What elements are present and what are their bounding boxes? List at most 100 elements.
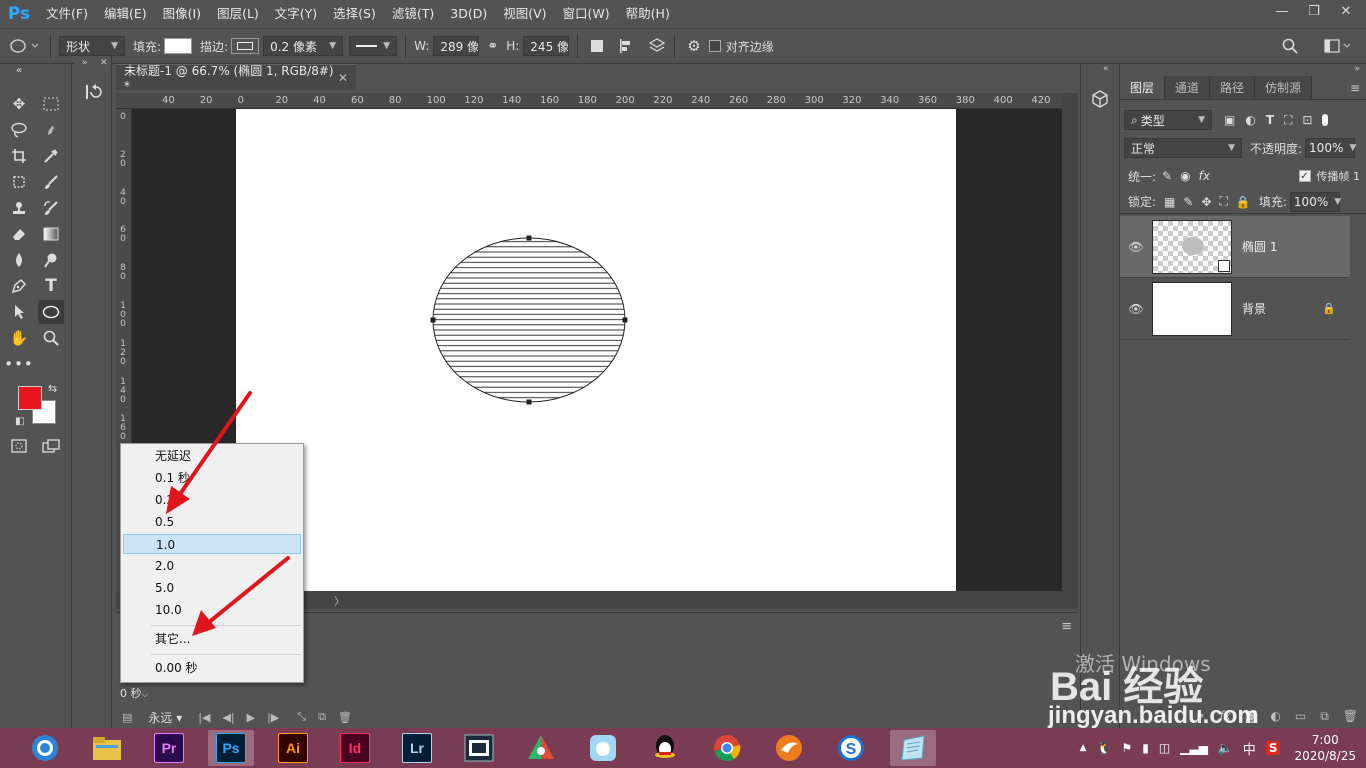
sogou-icon[interactable]: S bbox=[828, 730, 874, 766]
frame-delay-select[interactable]: 0 秒⌵ bbox=[120, 685, 148, 701]
layer-row-background[interactable]: 👁 背景 🔒 bbox=[1120, 278, 1350, 340]
hand-tool-icon[interactable]: ✋ bbox=[6, 326, 32, 350]
eye-icon[interactable]: 👁 bbox=[1120, 240, 1152, 254]
new-group-icon[interactable]: ▭ bbox=[1295, 709, 1306, 723]
marquee-tool-icon[interactable] bbox=[38, 92, 64, 116]
notepad-icon[interactable] bbox=[890, 730, 936, 766]
history-icon[interactable] bbox=[84, 82, 104, 104]
delay-option-1-0[interactable]: 1.0 bbox=[123, 534, 301, 554]
opacity-field[interactable]: 100% ▼ bbox=[1305, 138, 1356, 158]
delay-option-2-0[interactable]: 2.0 bbox=[123, 556, 301, 576]
restore-button[interactable]: ❐ bbox=[1298, 0, 1330, 22]
panel-menu-icon[interactable]: ≡ bbox=[1061, 619, 1072, 634]
menu-edit[interactable]: 编辑(E) bbox=[96, 0, 155, 28]
lock-all-icon[interactable]: 🔒 bbox=[1236, 195, 1251, 209]
menu-filter[interactable]: 滤镜(T) bbox=[384, 0, 442, 28]
first-frame-icon[interactable]: |◀ bbox=[198, 711, 210, 724]
type-tool-icon[interactable]: T bbox=[38, 274, 64, 298]
lock-transparent-icon[interactable]: ▦ bbox=[1164, 195, 1175, 209]
canvas[interactable] bbox=[236, 109, 956, 591]
delay-option-0-1[interactable]: 0.1 秒 bbox=[123, 468, 301, 488]
file-explorer-icon[interactable] bbox=[84, 730, 130, 766]
signal-icon[interactable]: ▁▃▅ bbox=[1180, 741, 1208, 755]
collapse-arrows-icon[interactable]: » bbox=[1354, 64, 1360, 74]
lock-image-icon[interactable]: ✎ bbox=[1183, 195, 1193, 209]
convert-timeline-icon[interactable]: ▤ bbox=[122, 711, 132, 724]
previous-frame-icon[interactable]: ◀| bbox=[222, 711, 234, 724]
ellipse-shape[interactable] bbox=[236, 109, 956, 591]
lightroom-icon[interactable]: Lr bbox=[394, 730, 440, 766]
default-colors-icon[interactable]: ◧ bbox=[15, 416, 24, 427]
history-brush-tool-icon[interactable] bbox=[38, 196, 64, 220]
new-layer-icon[interactable]: ⧉ bbox=[1320, 709, 1329, 724]
move-tool-icon[interactable]: ✥ bbox=[6, 92, 32, 116]
expand-arrows-icon[interactable]: » bbox=[82, 58, 88, 68]
unify-style-icon[interactable]: fx bbox=[1199, 169, 1210, 183]
delete-frame-icon[interactable]: 🗑 bbox=[338, 711, 352, 724]
qq-icon[interactable] bbox=[642, 730, 688, 766]
unify-position-icon[interactable]: ✎ bbox=[1162, 169, 1172, 183]
eyedropper-tool-icon[interactable] bbox=[38, 144, 64, 168]
workspace-switcher-icon[interactable] bbox=[1324, 39, 1352, 53]
ellipse-tool-icon[interactable] bbox=[38, 300, 64, 324]
qq-tray-icon[interactable]: 🐧 bbox=[1096, 741, 1111, 755]
clone-stamp-tool-icon[interactable] bbox=[6, 196, 32, 220]
delay-option-none[interactable]: 无延迟 bbox=[123, 446, 301, 466]
3d-icon[interactable] bbox=[1091, 90, 1109, 111]
delay-option-10-0[interactable]: 10.0 bbox=[123, 600, 301, 620]
play-icon[interactable]: ▶ bbox=[247, 711, 255, 724]
volume-icon[interactable]: 🔈 bbox=[1218, 741, 1233, 755]
menu-view[interactable]: 视图(V) bbox=[495, 0, 554, 28]
close-button[interactable]: ✕ bbox=[1330, 0, 1362, 22]
photoshop-icon[interactable]: Ps bbox=[208, 730, 254, 766]
tab-clone-source[interactable]: 仿制源 bbox=[1255, 76, 1313, 99]
duplicate-frame-icon[interactable]: ⧉ bbox=[318, 710, 326, 724]
clock[interactable]: 7:00 2020/8/25 bbox=[1294, 732, 1356, 764]
pixel-filter-icon[interactable]: ▣ bbox=[1224, 113, 1235, 127]
width-field[interactable]: 289 像素 bbox=[433, 36, 480, 56]
video-editor-icon[interactable] bbox=[456, 730, 502, 766]
scroll-right-icon[interactable]: 〉 bbox=[334, 593, 345, 609]
path-alignment-icon[interactable] bbox=[618, 38, 634, 54]
propagate-frame-checkbox[interactable]: ✓ bbox=[1298, 170, 1311, 182]
expand-arrows-icon[interactable]: « bbox=[1103, 64, 1109, 74]
delay-option-5-0[interactable]: 5.0 bbox=[123, 578, 301, 598]
tab-paths[interactable]: 路径 bbox=[1210, 76, 1256, 99]
layer-row-ellipse[interactable]: 👁 椭圆 1 bbox=[1120, 216, 1350, 278]
battery-icon[interactable]: ▮ bbox=[1142, 741, 1149, 755]
foxmail-icon[interactable] bbox=[766, 730, 812, 766]
vertical-scrollbar[interactable] bbox=[1062, 93, 1078, 591]
smart-object-filter-icon[interactable]: ⊡ bbox=[1302, 113, 1312, 127]
notes-app-icon[interactable] bbox=[580, 730, 626, 766]
tween-icon[interactable]: ⤡ bbox=[297, 710, 306, 724]
lock-artboard-icon[interactable]: ⛶ bbox=[1220, 194, 1228, 209]
ime-indicator[interactable]: 中 bbox=[1243, 739, 1256, 758]
blur-tool-icon[interactable] bbox=[6, 248, 32, 272]
menu-select[interactable]: 选择(S) bbox=[325, 0, 384, 28]
healing-brush-tool-icon[interactable] bbox=[6, 170, 32, 194]
illustrator-icon[interactable]: Ai bbox=[270, 730, 316, 766]
fill-swatch[interactable] bbox=[164, 38, 193, 54]
next-frame-icon[interactable]: |▶ bbox=[267, 711, 279, 724]
panel-menu-icon[interactable]: ≡ bbox=[1350, 76, 1366, 99]
path-arrangement-icon[interactable] bbox=[648, 38, 666, 54]
stroke-type-select[interactable]: ▼ bbox=[349, 36, 398, 56]
screen-mode-icon[interactable] bbox=[38, 434, 64, 458]
indesign-icon[interactable]: Id bbox=[332, 730, 378, 766]
gear-icon[interactable]: ⚙ bbox=[687, 37, 700, 55]
menu-help[interactable]: 帮助(H) bbox=[618, 0, 678, 28]
delay-option-0-5[interactable]: 0.5 bbox=[123, 512, 301, 532]
eraser-tool-icon[interactable] bbox=[6, 222, 32, 246]
align-edges-checkbox[interactable]: 对齐边缘 bbox=[708, 38, 774, 55]
tray-expand-icon[interactable]: ▲ bbox=[1080, 743, 1087, 753]
link-icon[interactable]: ⚭ bbox=[487, 39, 498, 54]
menu-3d[interactable]: 3D(D) bbox=[442, 0, 495, 28]
delay-option-other[interactable]: 其它... bbox=[123, 629, 301, 649]
document-tab[interactable]: 未标题-1 @ 66.7% (椭圆 1, RGB/8#) * ✕ bbox=[116, 64, 356, 93]
premiere-icon[interactable]: Pr bbox=[146, 730, 192, 766]
menu-image[interactable]: 图像(I) bbox=[155, 0, 209, 28]
close-panel-icon[interactable]: ✕ bbox=[100, 58, 108, 68]
pen-tool-icon[interactable] bbox=[6, 274, 32, 298]
quick-selection-tool-icon[interactable]: ⸙ bbox=[38, 118, 64, 142]
tab-channels[interactable]: 通道 bbox=[1165, 76, 1211, 99]
